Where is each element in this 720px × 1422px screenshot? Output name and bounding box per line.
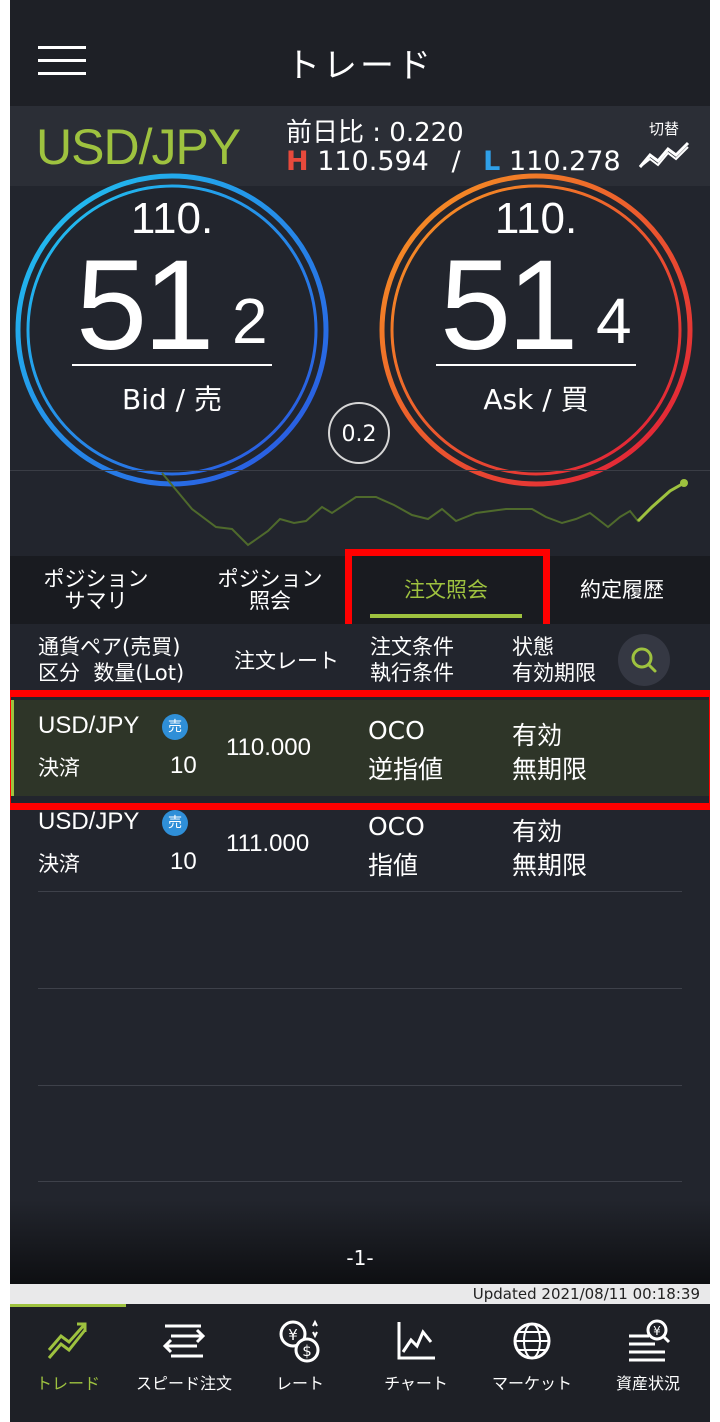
nav-active-indicator xyxy=(10,1304,126,1307)
row-divider xyxy=(38,891,682,892)
tab-execution-history[interactable]: 約定履歴 xyxy=(534,556,710,624)
trend-switch-icon xyxy=(638,141,690,168)
tab-execution-history-label: 約定履歴 xyxy=(580,578,664,602)
col-condition-header: 注文条件 執行条件 xyxy=(370,635,454,685)
day-change: 前日比 : 0.220 xyxy=(286,118,464,148)
column-header: 通貨ペア(売買) 区分 数量(Lot) 注文レート 注文条件 執行条件 状態 有… xyxy=(10,624,710,694)
nav-assets[interactable]: ¥ 資産状況 xyxy=(590,1318,706,1408)
bid-divider xyxy=(72,364,272,366)
search-button[interactable] xyxy=(618,634,670,686)
order-kubun: 決済 xyxy=(38,852,80,876)
highlight-box-row xyxy=(10,690,710,810)
highlight-box-tab xyxy=(345,549,550,635)
svg-text:$: $ xyxy=(302,1342,312,1360)
col-rate-header: 注文レート xyxy=(234,649,339,673)
speed-order-icon xyxy=(162,1324,206,1358)
updated-timestamp: Updated 2021/08/11 00:18:39 xyxy=(10,1284,710,1304)
row-divider xyxy=(38,1085,682,1086)
assets-icon: ¥ xyxy=(629,1319,671,1362)
app-screen: トレード USD/JPY 前日比 : 0.220 H 110.594 / L 1… xyxy=(10,0,710,1422)
trade-chart-icon xyxy=(47,1322,87,1359)
nav-trade-label: トレード xyxy=(35,1374,100,1393)
nav-speed-order-label: スピード注文 xyxy=(135,1374,232,1393)
pager-background xyxy=(10,1200,710,1284)
tab-position-summary[interactable]: ポジション サマリ xyxy=(10,556,182,624)
currency-rate-icon: ¥ $ xyxy=(279,1319,320,1363)
search-icon xyxy=(631,647,657,673)
order-qty: 10 xyxy=(170,848,197,875)
nav-market[interactable]: マーケット xyxy=(474,1318,590,1408)
order-pair: USD/JPY xyxy=(38,808,140,835)
svg-text:¥: ¥ xyxy=(653,1324,661,1338)
nav-rate-label: レート xyxy=(275,1374,324,1393)
tab-position-inquiry[interactable]: ポジション 照会 xyxy=(182,556,358,624)
page-title: トレード xyxy=(286,46,434,86)
tab-position-inquiry-label: ポジション 照会 xyxy=(217,567,323,613)
bottom-nav: トレード スピード注文 ¥ $ レート チャート マーケット ¥ 資産状況 xyxy=(10,1304,710,1422)
col-pair-header: 通貨ペア(売買) 区分 数量(Lot) xyxy=(38,635,185,685)
col-status-header: 状態 有効期限 xyxy=(512,635,596,685)
switch-label: 切替 xyxy=(648,120,679,138)
order-expiry: 無期限 xyxy=(512,851,588,880)
ask-pip: 4 xyxy=(596,285,632,357)
nav-chart-label: チャート xyxy=(384,1374,448,1393)
nav-speed-order[interactable]: スピード注文 xyxy=(126,1318,242,1408)
row-divider xyxy=(38,988,682,989)
nav-assets-label: 資産状況 xyxy=(615,1374,680,1393)
ask-divider xyxy=(436,364,636,366)
bid-pip: 2 xyxy=(232,285,268,357)
bid-big-figure: 51 xyxy=(76,234,214,377)
order-execution: 指値 xyxy=(368,851,419,880)
nav-market-label: マーケット xyxy=(491,1374,572,1393)
app-header: トレード xyxy=(10,0,710,106)
bid-rate-button[interactable]: 110. 51 2 Bid / 売 xyxy=(14,172,330,488)
table-row[interactable]: USD/JPY 売 決済 10 111.000 OCO 指値 有効 無期限 xyxy=(10,796,710,892)
row-divider xyxy=(38,1181,682,1182)
nav-chart[interactable]: チャート xyxy=(358,1318,474,1408)
globe-icon xyxy=(513,1322,551,1360)
ask-label: Ask / 買 xyxy=(483,383,589,416)
ask-big-figure: 51 xyxy=(440,234,578,377)
page-indicator: -1- xyxy=(346,1246,374,1270)
spread-indicator: 0.2 xyxy=(328,402,390,464)
svg-text:¥: ¥ xyxy=(288,1326,298,1344)
currency-pair-name[interactable]: USD/JPY xyxy=(36,118,241,176)
chart-icon xyxy=(397,1322,435,1360)
nav-rate[interactable]: ¥ $ レート xyxy=(242,1318,358,1408)
tab-position-summary-label: ポジション サマリ xyxy=(43,567,149,613)
price-sparkline xyxy=(10,470,710,557)
ask-rate-button[interactable]: 110. 51 4 Ask / 買 xyxy=(378,172,694,488)
nav-trade[interactable]: トレード xyxy=(10,1318,126,1408)
switch-button[interactable]: 切替 xyxy=(636,118,692,176)
order-rate: 111.000 xyxy=(226,830,310,857)
sell-badge: 売 xyxy=(162,810,188,836)
order-status: 有効 xyxy=(512,817,563,846)
order-condition: OCO xyxy=(368,812,425,841)
bid-label: Bid / 売 xyxy=(122,383,222,416)
